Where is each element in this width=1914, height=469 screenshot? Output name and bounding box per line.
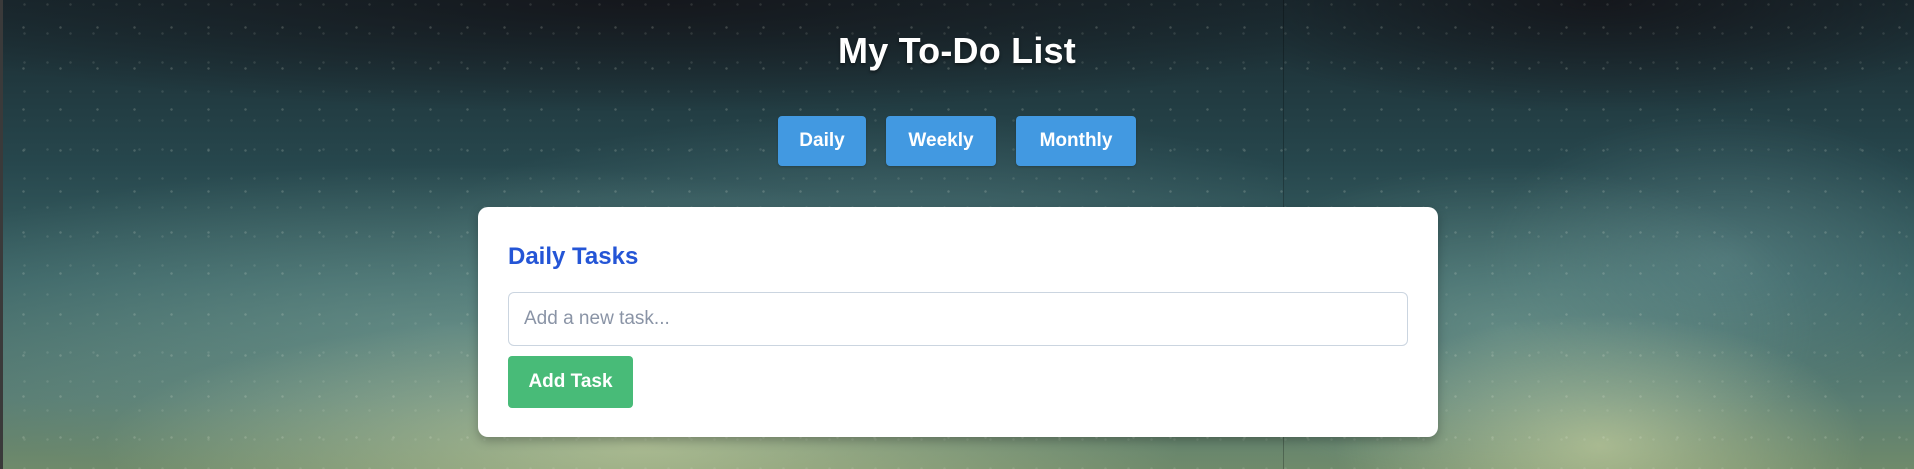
task-card: Daily Tasks Add Task	[478, 207, 1438, 437]
card-title: Daily Tasks	[508, 243, 639, 270]
tab-daily[interactable]: Daily	[778, 116, 866, 166]
page-title: My To-Do List	[838, 30, 1076, 71]
period-tabs: Daily Weekly Monthly	[0, 116, 1914, 166]
add-task-button[interactable]: Add Task	[508, 356, 633, 408]
tab-monthly[interactable]: Monthly	[1016, 116, 1136, 166]
tab-weekly[interactable]: Weekly	[886, 116, 996, 166]
page: My To-Do List Daily Weekly Monthly Daily…	[0, 0, 1914, 469]
new-task-input[interactable]	[508, 292, 1408, 346]
